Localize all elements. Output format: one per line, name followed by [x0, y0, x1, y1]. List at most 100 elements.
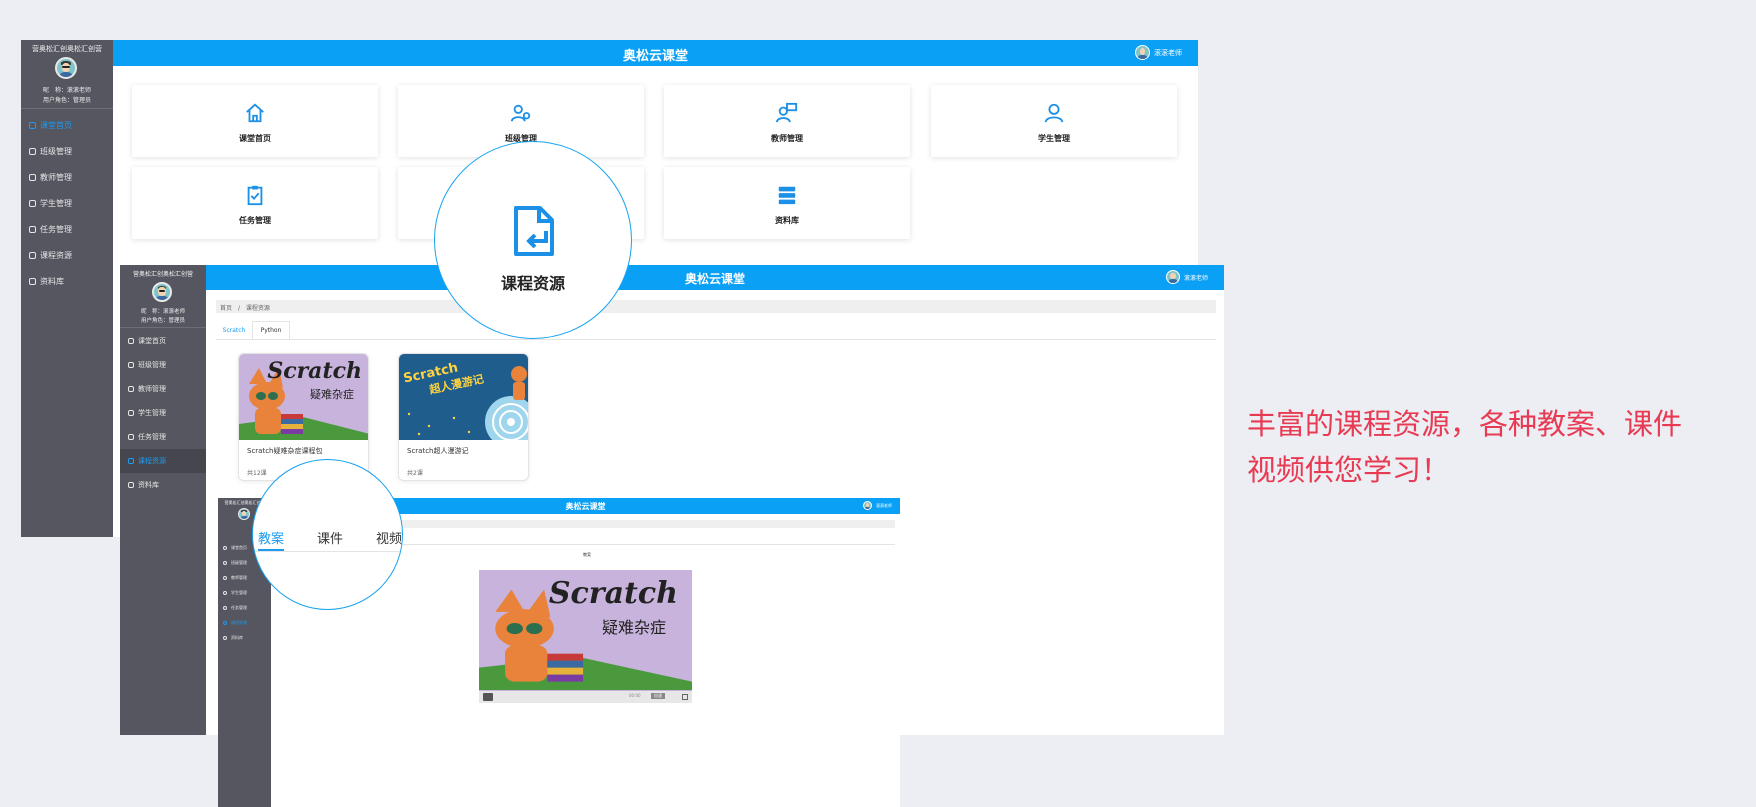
divider [21, 108, 113, 109]
sidebar-item-resource[interactable]: 课程资源 [218, 615, 271, 630]
card-task[interactable]: 任务管理 [132, 167, 378, 239]
sidebar-item-resource[interactable]: 课程资源 [21, 242, 113, 268]
video-title: Scratch [548, 576, 678, 611]
avatar [152, 282, 172, 302]
school-name: 营奥松汇创奥松汇创营 [132, 271, 193, 278]
teacher-icon [776, 102, 798, 123]
sidebar-item-class[interactable]: 班级管理 [21, 138, 113, 164]
sidebar-item-task[interactable]: 任务管理 [218, 600, 271, 615]
tab-python[interactable]: Python [252, 321, 290, 339]
nickname: 昵 称：滚滚老师 [140, 309, 185, 315]
user-role: 用户角色：管理员 [140, 318, 185, 324]
speed-button[interactable]: 倍速 [651, 693, 665, 699]
sidebar: 营奥松汇创奥松汇创营 昵 称：滚滚老师 用户角色：管理员 课堂首页 班级管理 教… [120, 265, 206, 735]
course-thumbnail: Scratch 疑难杂症 [239, 354, 368, 440]
user-menu[interactable]: 滚滚老师 [1135, 45, 1182, 60]
thumb-title: Scratch [267, 358, 362, 384]
class-icon [510, 104, 531, 122]
course-resource-icon [514, 206, 554, 256]
student-icon [128, 410, 134, 416]
tab-video[interactable]: 视频 [376, 528, 402, 547]
fullscreen-icon[interactable] [682, 694, 688, 700]
sidebar-item-student[interactable]: 学生管理 [21, 190, 113, 216]
video-player[interactable]: Scratch 疑难杂症 00:00 倍速 [479, 570, 692, 703]
course-lesson-count: 共2课 [407, 470, 423, 477]
card-student[interactable]: 学生管理 [931, 85, 1177, 157]
tab-courseware[interactable]: 课件 [317, 528, 343, 547]
library-icon [223, 635, 227, 640]
sidebar-item-home[interactable]: 课堂首页 [21, 112, 113, 138]
user-menu[interactable]: 滚滚老师 [863, 501, 892, 510]
teacher-icon [223, 575, 227, 580]
sidebar-item-library[interactable]: 资料库 [218, 630, 271, 645]
breadcrumb-current: 课程资源 [245, 305, 270, 312]
resource-icon [223, 620, 227, 625]
play-icon[interactable] [483, 693, 493, 701]
superman-illustration [407, 366, 528, 440]
task-icon [29, 225, 36, 233]
sidebar-item-teacher[interactable]: 教师管理 [120, 377, 206, 401]
course-thumbnail: Scratch 超人漫游记 [399, 354, 528, 440]
user-menu[interactable]: 滚滚老师 [1165, 270, 1208, 284]
zoom-callout-tabs: 教案 课件 视频 [252, 459, 403, 610]
tabs-underline [216, 339, 1216, 340]
sidebar-item-resource[interactable]: 课程资源 [120, 449, 206, 473]
avatar [1135, 45, 1150, 60]
card-library[interactable]: 资料库 [664, 167, 910, 239]
promo-line-1: 丰富的课程资源，各种教案、课件 [1247, 407, 1683, 441]
small-tab-label[interactable]: 教案 [583, 552, 591, 558]
sidebar-item-task[interactable]: 任务管理 [120, 425, 206, 449]
tabs-divider [253, 551, 402, 552]
zoom-resource-label: 课程资源 [500, 274, 565, 293]
breadcrumb-separator: / [237, 305, 240, 312]
divider [120, 327, 206, 328]
course-name: Scratch超人漫游记 [407, 447, 469, 455]
zoom-callout-resource: 课程资源 [434, 141, 632, 339]
class-icon [128, 362, 134, 368]
task-icon [223, 605, 227, 610]
sidebar-menu: 课堂首页 班级管理 教师管理 学生管理 任务管理 课程资源 资料库 [21, 112, 113, 294]
breadcrumb-home[interactable]: 首页 [220, 305, 232, 312]
thumb-subtitle: 疑难杂症 [310, 388, 354, 401]
course-name: Scratch疑难杂症课程包 [247, 447, 323, 455]
sidebar: 营奥松汇创奥松汇创营 昵 称：滚滚老师 用户角色：管理员 课堂首页 班级管理 教… [21, 40, 113, 537]
class-icon [29, 147, 36, 155]
home-icon [29, 121, 36, 129]
avatar [55, 57, 77, 79]
sidebar-item-home[interactable]: 课堂首页 [120, 329, 206, 353]
sidebar-item-task[interactable]: 任务管理 [21, 216, 113, 242]
library-icon [778, 186, 796, 205]
video-controls: 00:00 倍速 [479, 691, 692, 703]
promo-line-2: 视频供您学习！ [1247, 453, 1451, 487]
task-icon [128, 434, 134, 440]
resource-icon [128, 458, 134, 464]
student-icon [1044, 103, 1064, 123]
breadcrumb: 首页 / 课程资源 [216, 300, 1216, 313]
sidebar-menu: 课堂首页 班级管理 教师管理 学生管理 任务管理 课程资源 资料库 [120, 329, 206, 497]
class-icon [223, 560, 227, 565]
home-icon [246, 103, 264, 123]
nickname: 昵 称：滚滚老师 [42, 87, 91, 94]
tab-lesson-plan[interactable]: 教案 [258, 528, 284, 547]
card-teacher[interactable]: 教师管理 [664, 85, 910, 157]
sidebar-item-teacher[interactable]: 教师管理 [21, 164, 113, 190]
student-icon [223, 590, 227, 595]
sidebar-item-student[interactable]: 学生管理 [120, 401, 206, 425]
student-icon [29, 199, 36, 207]
home-icon [223, 545, 227, 550]
tab-scratch[interactable]: Scratch [216, 321, 252, 339]
sidebar-item-student[interactable]: 学生管理 [218, 585, 271, 600]
home-icon [128, 338, 134, 344]
library-icon [128, 482, 134, 488]
sidebar-item-library[interactable]: 资料库 [120, 473, 206, 497]
top-bar: 奥松云课堂 滚滚老师 [113, 40, 1198, 66]
teacher-icon [29, 173, 36, 181]
card-home[interactable]: 课堂首页 [132, 85, 378, 157]
top-bar: 奥松云课堂 滚滚老师 [206, 265, 1224, 290]
sidebar-item-library[interactable]: 资料库 [21, 268, 113, 294]
zoom-tabs: 教案 课件 视频 [256, 528, 402, 548]
task-icon [247, 185, 263, 206]
school-name: 营奥松汇创奥松汇创营 [32, 45, 102, 53]
course-card[interactable]: Scratch 超人漫游记 Scratch超人漫游记 共2课 [398, 353, 529, 481]
sidebar-item-class[interactable]: 班级管理 [120, 353, 206, 377]
